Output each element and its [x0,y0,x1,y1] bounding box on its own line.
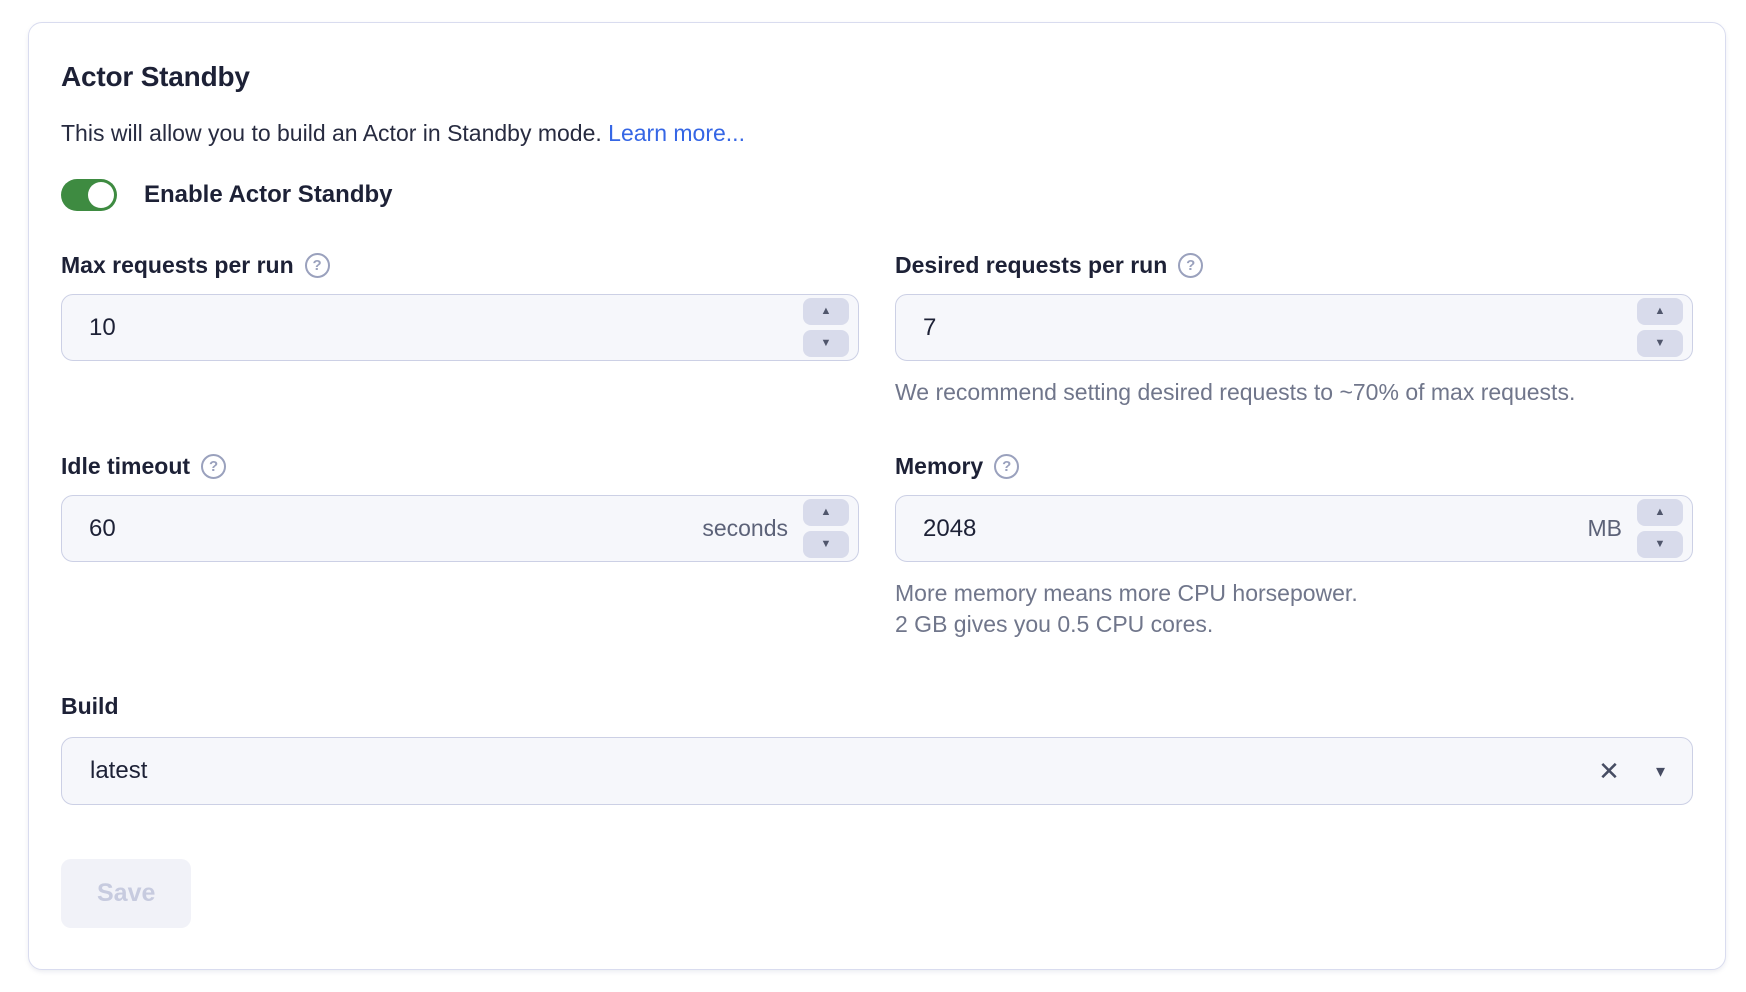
arrow-up-icon: ▲ [821,507,832,518]
memory-input-wrap: MB ▲ ▼ [895,495,1693,562]
help-icon[interactable]: ? [1178,253,1203,278]
memory-label: Memory [895,453,983,480]
chevron-down-icon[interactable]: ▾ [1656,762,1665,780]
build-label: Build [61,693,119,720]
idle-timeout-stepper-down-button[interactable]: ▼ [803,531,849,558]
max-requests-stepper: ▲ ▼ [803,298,849,357]
memory-hint: More memory means more CPU horsepower. 2… [895,578,1693,640]
idle-timeout-label-row: Idle timeout ? [61,452,859,480]
field-idle-timeout: Idle timeout ? seconds ▲ ▼ [61,452,859,562]
memory-hint-line2: 2 GB gives you 0.5 CPU cores. [895,609,1693,640]
max-requests-stepper-down-button[interactable]: ▼ [803,330,849,357]
field-max-requests: Max requests per run ? ▲ ▼ [61,251,859,361]
desired-requests-hint: We recommend setting desired requests to… [895,377,1693,408]
desired-requests-label-row: Desired requests per run ? [895,251,1693,279]
enable-standby-toggle[interactable] [61,179,117,211]
desired-requests-stepper-up-button[interactable]: ▲ [1637,298,1683,325]
description-text: This will allow you to build an Actor in… [61,120,602,146]
enable-standby-label: Enable Actor Standby [144,181,392,209]
max-requests-label: Max requests per run [61,252,294,279]
idle-timeout-input-wrap: seconds ▲ ▼ [61,495,859,562]
build-label-row: Build [61,692,1693,720]
build-select-value: latest [62,757,1598,785]
memory-input[interactable] [896,515,1588,543]
arrow-down-icon: ▼ [1655,338,1666,349]
field-memory: Memory ? MB ▲ ▼ More memory means more C… [895,452,1693,640]
arrow-up-icon: ▲ [1655,507,1666,518]
desired-requests-stepper-down-button[interactable]: ▼ [1637,330,1683,357]
save-button[interactable]: Save [61,859,191,928]
memory-stepper: ▲ ▼ [1637,499,1683,558]
idle-timeout-stepper: ▲ ▼ [803,499,849,558]
clear-icon[interactable]: ✕ [1598,758,1620,784]
learn-more-link[interactable]: Learn more... [608,120,745,146]
max-requests-stepper-up-button[interactable]: ▲ [803,298,849,325]
desired-requests-input-wrap: ▲ ▼ [895,294,1693,361]
max-requests-label-row: Max requests per run ? [61,251,859,279]
idle-timeout-input[interactable] [62,515,702,543]
help-icon[interactable]: ? [201,454,226,479]
help-icon[interactable]: ? [305,253,330,278]
desired-requests-stepper: ▲ ▼ [1637,298,1683,357]
actor-standby-card: Actor Standby This will allow you to bui… [28,22,1726,970]
description: This will allow you to build an Actor in… [61,118,1693,148]
enable-standby-row: Enable Actor Standby [61,179,1693,211]
arrow-up-icon: ▲ [1655,306,1666,317]
idle-timeout-stepper-up-button[interactable]: ▲ [803,499,849,526]
desired-requests-label: Desired requests per run [895,252,1167,279]
arrow-down-icon: ▼ [821,338,832,349]
settings-grid: Max requests per run ? ▲ ▼ Desired reque… [61,251,1693,640]
desired-requests-input[interactable] [896,314,1637,342]
page-title: Actor Standby [61,61,1693,93]
arrow-down-icon: ▼ [1655,539,1666,550]
help-icon[interactable]: ? [994,454,1019,479]
idle-timeout-label: Idle timeout [61,453,190,480]
arrow-up-icon: ▲ [821,306,832,317]
max-requests-input-wrap: ▲ ▼ [61,294,859,361]
max-requests-input[interactable] [62,314,803,342]
arrow-down-icon: ▼ [821,539,832,550]
memory-stepper-up-button[interactable]: ▲ [1637,499,1683,526]
build-select[interactable]: latest ✕ ▾ [61,737,1693,805]
idle-timeout-unit: seconds [702,515,788,542]
memory-hint-line1: More memory means more CPU horsepower. [895,578,1693,609]
field-build: Build latest ✕ ▾ [61,692,1693,805]
memory-stepper-down-button[interactable]: ▼ [1637,531,1683,558]
memory-unit: MB [1588,515,1623,542]
field-desired-requests: Desired requests per run ? ▲ ▼ We recomm… [895,251,1693,408]
memory-label-row: Memory ? [895,452,1693,480]
toggle-knob-icon [88,182,114,208]
